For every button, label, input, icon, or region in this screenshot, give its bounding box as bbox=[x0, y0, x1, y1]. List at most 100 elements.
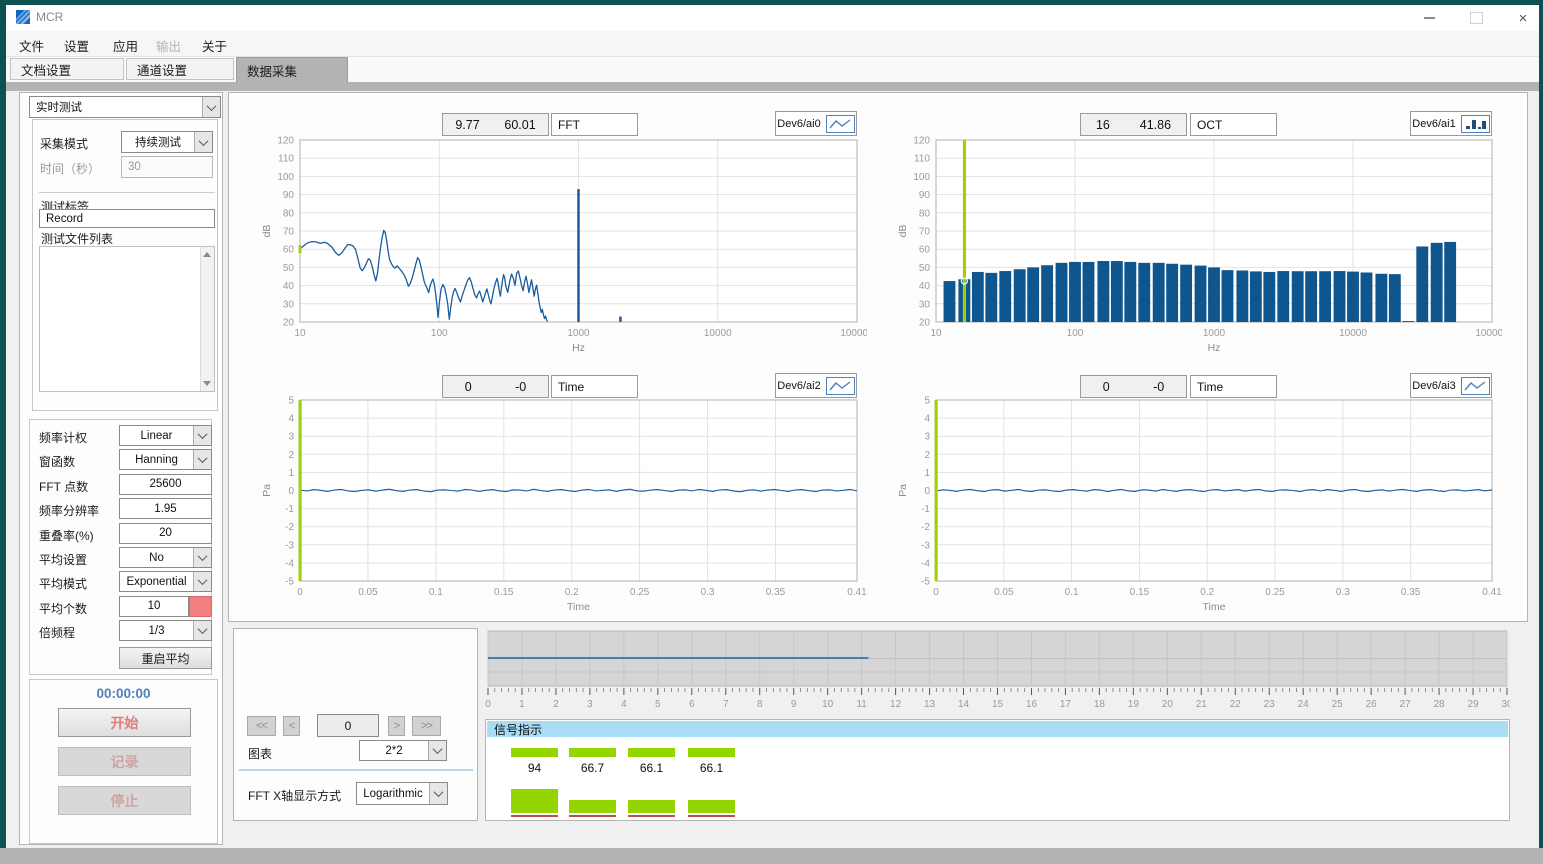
chart-type-label: Time bbox=[558, 380, 584, 394]
chevron-down-icon[interactable] bbox=[428, 741, 446, 760]
param-row: 窗函数 Hanning bbox=[20, 449, 224, 471]
meter-baseline bbox=[688, 815, 735, 817]
acq-mode-select[interactable]: 持续测试 bbox=[121, 131, 213, 153]
time1-plot[interactable]: -5-4-3-2-101234500.050.10.150.20.250.30.… bbox=[255, 394, 867, 619]
cursor-y-value: -0 bbox=[515, 380, 526, 394]
svg-text:0.1: 0.1 bbox=[1065, 587, 1079, 598]
svg-text:90: 90 bbox=[919, 190, 931, 201]
svg-text:0: 0 bbox=[924, 486, 930, 497]
record-button: 记录 bbox=[58, 747, 191, 776]
svg-text:Time: Time bbox=[567, 601, 590, 613]
fft-plot[interactable]: 2030405060708090100110120101001000100001… bbox=[255, 134, 867, 360]
page-number-box[interactable]: 0 bbox=[317, 714, 379, 737]
close-button[interactable]: × bbox=[1508, 7, 1538, 29]
menu-settings[interactable]: 设置 bbox=[64, 36, 89, 55]
param-window-function-select[interactable]: Hanning bbox=[119, 449, 212, 470]
level-meter-top-4 bbox=[688, 745, 735, 757]
prev-page-button[interactable]: < bbox=[283, 716, 300, 736]
chevron-down-icon[interactable] bbox=[429, 783, 447, 804]
svg-text:0.05: 0.05 bbox=[994, 587, 1014, 598]
level-meter-top-2 bbox=[569, 745, 616, 757]
param-freq-resolution-input[interactable]: 1.95 bbox=[119, 498, 212, 519]
svg-text:22: 22 bbox=[1230, 699, 1242, 710]
svg-text:110: 110 bbox=[278, 154, 294, 165]
start-label: 开始 bbox=[111, 713, 139, 733]
level-bar bbox=[688, 748, 735, 757]
level-bar bbox=[569, 748, 616, 757]
record-timeline[interactable]: 0123456789101112131415161718192021222324… bbox=[485, 628, 1510, 716]
svg-text:0.25: 0.25 bbox=[1265, 587, 1285, 598]
menu-file[interactable]: 文件 bbox=[19, 36, 44, 55]
svg-text:dB: dB bbox=[897, 225, 909, 238]
fft-type-box[interactable]: FFT bbox=[551, 113, 638, 136]
param-avg-mode-select[interactable]: Exponential bbox=[119, 571, 212, 592]
listbox-scrollbar[interactable] bbox=[200, 247, 214, 391]
svg-text:3: 3 bbox=[924, 432, 930, 443]
chart-layout-select[interactable]: 2*2 bbox=[359, 740, 447, 761]
start-button[interactable]: 开始 bbox=[58, 708, 191, 737]
svg-text:1: 1 bbox=[288, 468, 294, 479]
tab-document-settings[interactable]: 文档设置 bbox=[10, 58, 124, 80]
svg-text:24: 24 bbox=[1298, 699, 1310, 710]
param-window-function-label: 窗函数 bbox=[39, 453, 75, 470]
channel-level-value: 94 bbox=[511, 761, 558, 775]
chevron-down-icon[interactable] bbox=[194, 132, 212, 152]
fft-channel-box[interactable]: Dev6/ai0 bbox=[775, 111, 857, 136]
maximize-button[interactable] bbox=[1461, 7, 1491, 29]
chevron-down-icon[interactable] bbox=[193, 548, 211, 567]
restart-average-button[interactable]: 重启平均 bbox=[119, 647, 212, 669]
chevron-down-icon[interactable] bbox=[193, 572, 211, 591]
cursor-x-value: 0 bbox=[465, 380, 472, 394]
meter-baseline bbox=[628, 815, 675, 817]
param-avg-setting-select[interactable]: No bbox=[119, 547, 212, 568]
time2-plot[interactable]: -5-4-3-2-101234500.050.10.150.20.250.30.… bbox=[891, 394, 1502, 619]
oct-channel-box[interactable]: Dev6/ai1 bbox=[1410, 111, 1492, 136]
oct-plot[interactable]: 2030405060708090100110120101001000100001… bbox=[891, 134, 1502, 360]
svg-text:-4: -4 bbox=[921, 558, 930, 569]
param-row: 重叠率(%)20 bbox=[20, 523, 224, 545]
chevron-down-icon[interactable] bbox=[193, 621, 211, 640]
param-row: 频率计权Linear bbox=[20, 425, 224, 447]
test-tag-input[interactable]: Record bbox=[39, 209, 215, 228]
svg-text:0: 0 bbox=[297, 587, 303, 598]
param-avg-count-input[interactable]: 10 bbox=[119, 596, 189, 617]
test-file-listbox[interactable] bbox=[39, 246, 215, 392]
menu-about[interactable]: 关于 bbox=[202, 36, 227, 55]
svg-text:100: 100 bbox=[1067, 328, 1084, 339]
tab-channel-settings[interactable]: 通道设置 bbox=[126, 58, 234, 80]
tab-data-acquisition[interactable]: 数据采集 bbox=[236, 57, 348, 82]
realtime-test-select[interactable]: 实时测试 bbox=[29, 96, 221, 118]
svg-text:80: 80 bbox=[919, 208, 931, 219]
last-page-button[interactable]: >> bbox=[412, 716, 441, 736]
chevron-down-icon[interactable] bbox=[193, 426, 211, 445]
line-chart-icon bbox=[826, 115, 855, 133]
oct-type-box[interactable]: OCT bbox=[1190, 113, 1277, 136]
level-bar bbox=[688, 800, 735, 813]
level-bar bbox=[628, 800, 675, 813]
first-page-button[interactable]: << bbox=[247, 716, 276, 736]
svg-text:-3: -3 bbox=[921, 540, 930, 551]
cursor-x-value: 0 bbox=[1103, 380, 1110, 394]
svg-text:90: 90 bbox=[283, 190, 295, 201]
svg-text:3: 3 bbox=[288, 432, 294, 443]
next-page-button[interactable]: > bbox=[388, 716, 405, 736]
svg-text:50: 50 bbox=[919, 263, 931, 274]
svg-text:0.41: 0.41 bbox=[847, 587, 867, 598]
minimize-button[interactable] bbox=[1414, 7, 1444, 29]
param-fft-points-input[interactable]: 25600 bbox=[119, 474, 212, 495]
chevron-down-icon[interactable] bbox=[202, 97, 220, 117]
menu-apply[interactable]: 应用 bbox=[113, 36, 138, 55]
param-octave-select[interactable]: 1/3 bbox=[119, 620, 212, 641]
svg-text:1000: 1000 bbox=[567, 328, 590, 339]
svg-text:1: 1 bbox=[519, 699, 525, 710]
chevron-down-icon[interactable] bbox=[193, 450, 211, 469]
svg-text:21: 21 bbox=[1196, 699, 1208, 710]
chart-type-label: OCT bbox=[1197, 118, 1222, 132]
fft-axis-mode-select[interactable]: Logarithmic bbox=[356, 782, 448, 805]
svg-text:-1: -1 bbox=[285, 504, 294, 515]
svg-text:4: 4 bbox=[621, 699, 627, 710]
param-overlap-input[interactable]: 20 bbox=[119, 523, 212, 544]
time-seconds-value: 30 bbox=[128, 161, 141, 173]
param-freq-weighting-select[interactable]: Linear bbox=[119, 425, 212, 446]
svg-text:0.15: 0.15 bbox=[1130, 587, 1150, 598]
